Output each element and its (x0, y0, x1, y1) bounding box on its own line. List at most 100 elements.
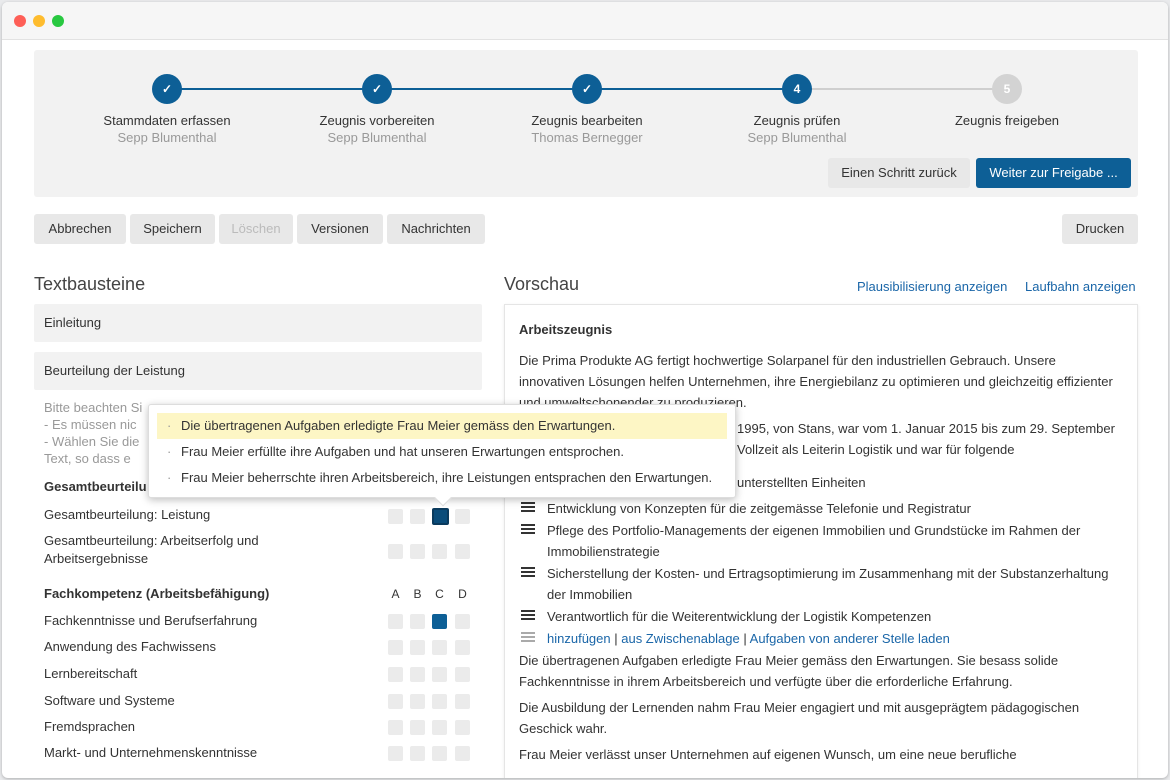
rating-c[interactable] (432, 694, 447, 709)
rating-a[interactable] (388, 667, 403, 682)
step-back-button[interactable]: Einen Schritt zurück (828, 158, 970, 188)
step-freigeben[interactable]: 5 Zeugnis freigeben (907, 74, 1107, 130)
app-window: ✓ Stammdaten erfassen Sepp Blumenthal ✓ … (2, 2, 1168, 778)
criterion-label: Arbeitsergebnisse (44, 551, 149, 566)
delete-button[interactable]: Löschen (219, 214, 293, 244)
rating-c-selected[interactable] (432, 614, 447, 629)
section-introduction[interactable]: Einleitung (34, 304, 482, 342)
rating-d[interactable] (455, 614, 470, 629)
rating-b[interactable] (410, 667, 425, 682)
bullet: · (167, 470, 172, 485)
next-to-release-button[interactable]: Weiter zur Freigabe ... (976, 158, 1131, 188)
rating-c[interactable] (432, 544, 447, 559)
rating-d[interactable] (455, 720, 470, 735)
criterion-label: Lernbereitschaft (44, 666, 138, 681)
task-item[interactable]: Verantwortlich für die Weiterentwicklung… (519, 606, 1123, 627)
step-title: Zeugnis vorbereiten (319, 113, 435, 128)
messages-button[interactable]: Nachrichten (387, 214, 485, 244)
section-performance[interactable]: Beurteilung der Leistung (34, 352, 482, 390)
check-icon: ✓ (362, 74, 392, 104)
criterion-label: Software und Systeme (44, 693, 175, 708)
rating-d[interactable] (455, 509, 470, 524)
rating-a[interactable] (388, 509, 403, 524)
rating-c[interactable] (432, 720, 447, 735)
check-icon: ✓ (572, 74, 602, 104)
versions-button[interactable]: Versionen (297, 214, 383, 244)
rating-b[interactable] (410, 746, 425, 761)
print-button[interactable]: Drucken (1062, 214, 1138, 244)
group-overall-title: Gesamtbeurteilu (44, 479, 147, 494)
step-number: 5 (992, 74, 1022, 104)
document-title: Arbeitszeugnis (519, 322, 613, 337)
rating-a[interactable] (388, 640, 403, 655)
show-career-link[interactable]: Laufbahn anzeigen (1025, 279, 1136, 294)
task-text: Pflege des Portfolio-Managements der eig… (547, 523, 1081, 559)
load-tasks-link[interactable]: Aufgaben von anderer Stelle laden (750, 631, 950, 646)
rating-b[interactable] (410, 640, 425, 655)
rating-a[interactable] (388, 746, 403, 761)
hint-line: - Wählen Sie die (44, 434, 140, 449)
rating-b[interactable] (410, 544, 425, 559)
task-add-row: hinzufügen | aus Zwischenablage | Aufgab… (519, 628, 1123, 649)
task-item[interactable]: Entwicklung von Konzepten für die zeitge… (519, 498, 1123, 519)
minimize-window-button[interactable] (33, 15, 45, 27)
save-button[interactable]: Speichern (130, 214, 215, 244)
bullet: · (167, 418, 172, 433)
title-bar (2, 2, 1168, 40)
rating-c[interactable] (432, 746, 447, 761)
cancel-button[interactable]: Abbrechen (34, 214, 126, 244)
column-c: C (435, 587, 444, 601)
rating-a[interactable] (388, 694, 403, 709)
drag-handle-icon[interactable] (521, 610, 535, 622)
rating-b[interactable] (410, 614, 425, 629)
rating-b[interactable] (410, 720, 425, 735)
rating-a[interactable] (388, 614, 403, 629)
rating-b[interactable] (410, 509, 425, 524)
column-d: D (458, 587, 467, 601)
rating-d[interactable] (455, 640, 470, 655)
step-vorbereiten[interactable]: ✓ Zeugnis vorbereiten Sepp Blumenthal (277, 74, 477, 145)
drag-handle-icon[interactable] (521, 502, 535, 514)
step-pruefen[interactable]: 4 Zeugnis prüfen Sepp Blumenthal (697, 74, 897, 145)
task-item[interactable]: Pflege des Portfolio-Managements der eig… (519, 520, 1123, 562)
maximize-window-button[interactable] (52, 15, 64, 27)
show-plausibility-link[interactable]: Plausibilisierung anzeigen (857, 279, 1007, 294)
rating-d[interactable] (455, 746, 470, 761)
criterion-label: Gesamtbeurteilung: Leistung (44, 507, 211, 522)
from-clipboard-link[interactable]: aus Zwischenablage (621, 631, 740, 646)
rating-d[interactable] (455, 544, 470, 559)
bullet: · (167, 444, 172, 459)
task-text: Entwicklung von Konzepten für die zeitge… (547, 501, 971, 516)
separator: | (739, 631, 750, 646)
task-item[interactable]: Sicherstellung der Kosten- und Ertragsop… (519, 563, 1123, 605)
text-modules-title: Textbausteine (34, 274, 146, 294)
rating-b[interactable] (410, 694, 425, 709)
text-option[interactable]: · Die übertragenen Aufgaben erledigte Fr… (157, 413, 727, 439)
preview-title: Vorschau (504, 274, 580, 294)
column-a: A (391, 587, 400, 601)
workflow-stepper: ✓ Stammdaten erfassen Sepp Blumenthal ✓ … (34, 50, 1138, 197)
step-bearbeiten[interactable]: ✓ Zeugnis bearbeiten Thomas Bernegger (487, 74, 687, 145)
drag-handle-icon[interactable] (521, 524, 535, 536)
drag-handle-icon[interactable] (521, 567, 535, 579)
text-option[interactable]: · Frau Meier erfüllte ihre Aufgaben und … (157, 439, 727, 465)
rating-c[interactable] (432, 640, 447, 655)
option-text: Frau Meier erfüllte ihre Aufgaben und ha… (181, 444, 624, 459)
criterion-label: Gesamtbeurteilung: Arbeitserfolg und (44, 533, 259, 548)
step-person: Sepp Blumenthal (117, 130, 217, 145)
rating-a[interactable] (388, 544, 403, 559)
hint-line: Text, so dass e (44, 451, 131, 466)
rating-d[interactable] (455, 667, 470, 682)
step-title: Stammdaten erfassen (103, 113, 231, 128)
text-option[interactable]: · Frau Meier beherrschte ihren Arbeitsbe… (157, 465, 727, 491)
rating-d[interactable] (455, 694, 470, 709)
rating-c[interactable] (432, 667, 447, 682)
rating-a[interactable] (388, 720, 403, 735)
step-title: Zeugnis freigeben (954, 113, 1060, 128)
separator: | (610, 631, 622, 646)
add-task-link[interactable]: hinzufügen (547, 631, 611, 646)
step-stammdaten[interactable]: ✓ Stammdaten erfassen Sepp Blumenthal (67, 74, 267, 145)
rating-c-selected[interactable] (432, 508, 449, 525)
close-window-button[interactable] (14, 15, 26, 27)
option-text: Frau Meier beherrschte ihren Arbeitsbere… (181, 470, 713, 485)
